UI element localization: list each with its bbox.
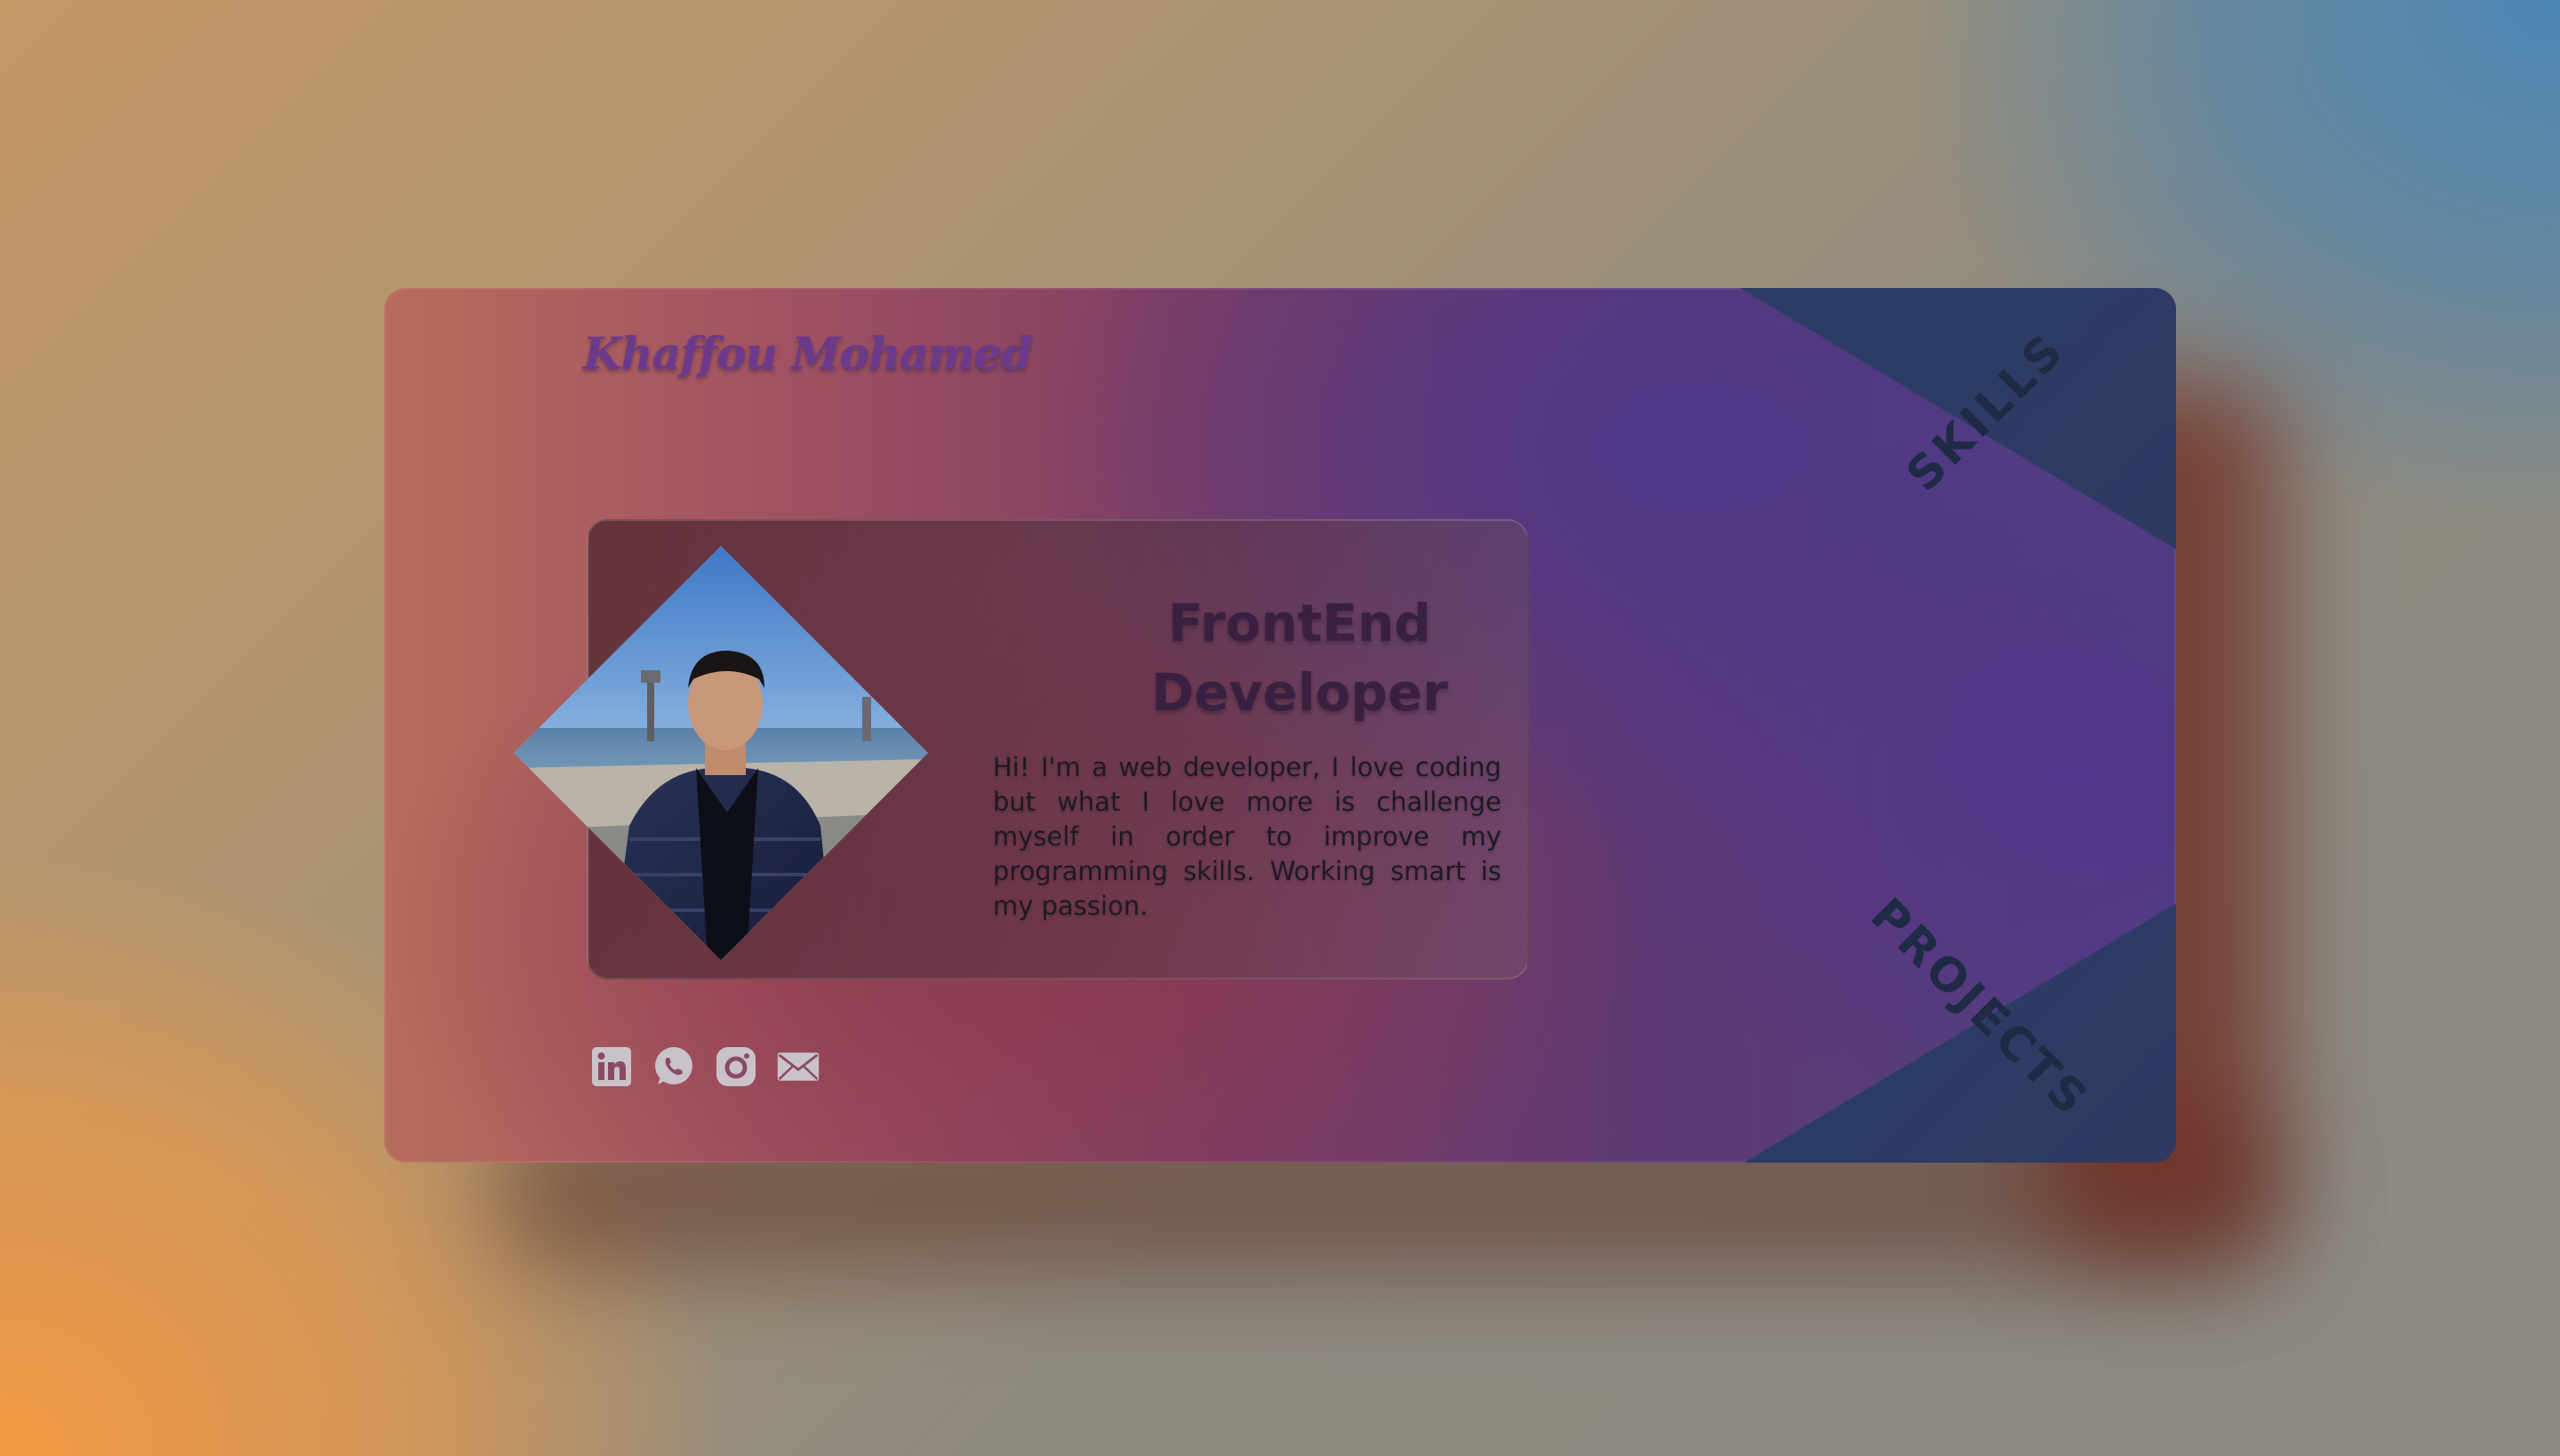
projects-corner-tab[interactable] <box>1744 896 2176 1163</box>
mail-icon <box>777 1052 820 1081</box>
linkedin-icon <box>592 1047 631 1086</box>
linkedin-link[interactable] <box>590 1045 633 1088</box>
bio-text: Hi! I'm a web developer, I love coding b… <box>993 752 1501 921</box>
role-title-line2: Developer <box>1151 662 1448 723</box>
role-title: FrontEnd Developer <box>1086 588 1513 727</box>
portrait-photo-icon <box>514 546 928 960</box>
email-link[interactable] <box>777 1045 820 1088</box>
instagram-link[interactable] <box>715 1045 757 1088</box>
whatsapp-link[interactable] <box>652 1045 695 1088</box>
brand-name: Khaffou Mohamed <box>583 327 1032 380</box>
whatsapp-icon <box>655 1047 692 1084</box>
social-links <box>590 1045 820 1088</box>
instagram-icon <box>716 1047 756 1086</box>
profile-card: SKILLS PROJECTS Khaffou Mohamed FrontEnd… <box>384 288 2176 1163</box>
role-title-line1: FrontEnd <box>1168 593 1431 653</box>
profile-panel: FrontEnd Developer Hi! I'm a web develop… <box>514 519 1529 980</box>
profile-photo <box>514 546 928 960</box>
